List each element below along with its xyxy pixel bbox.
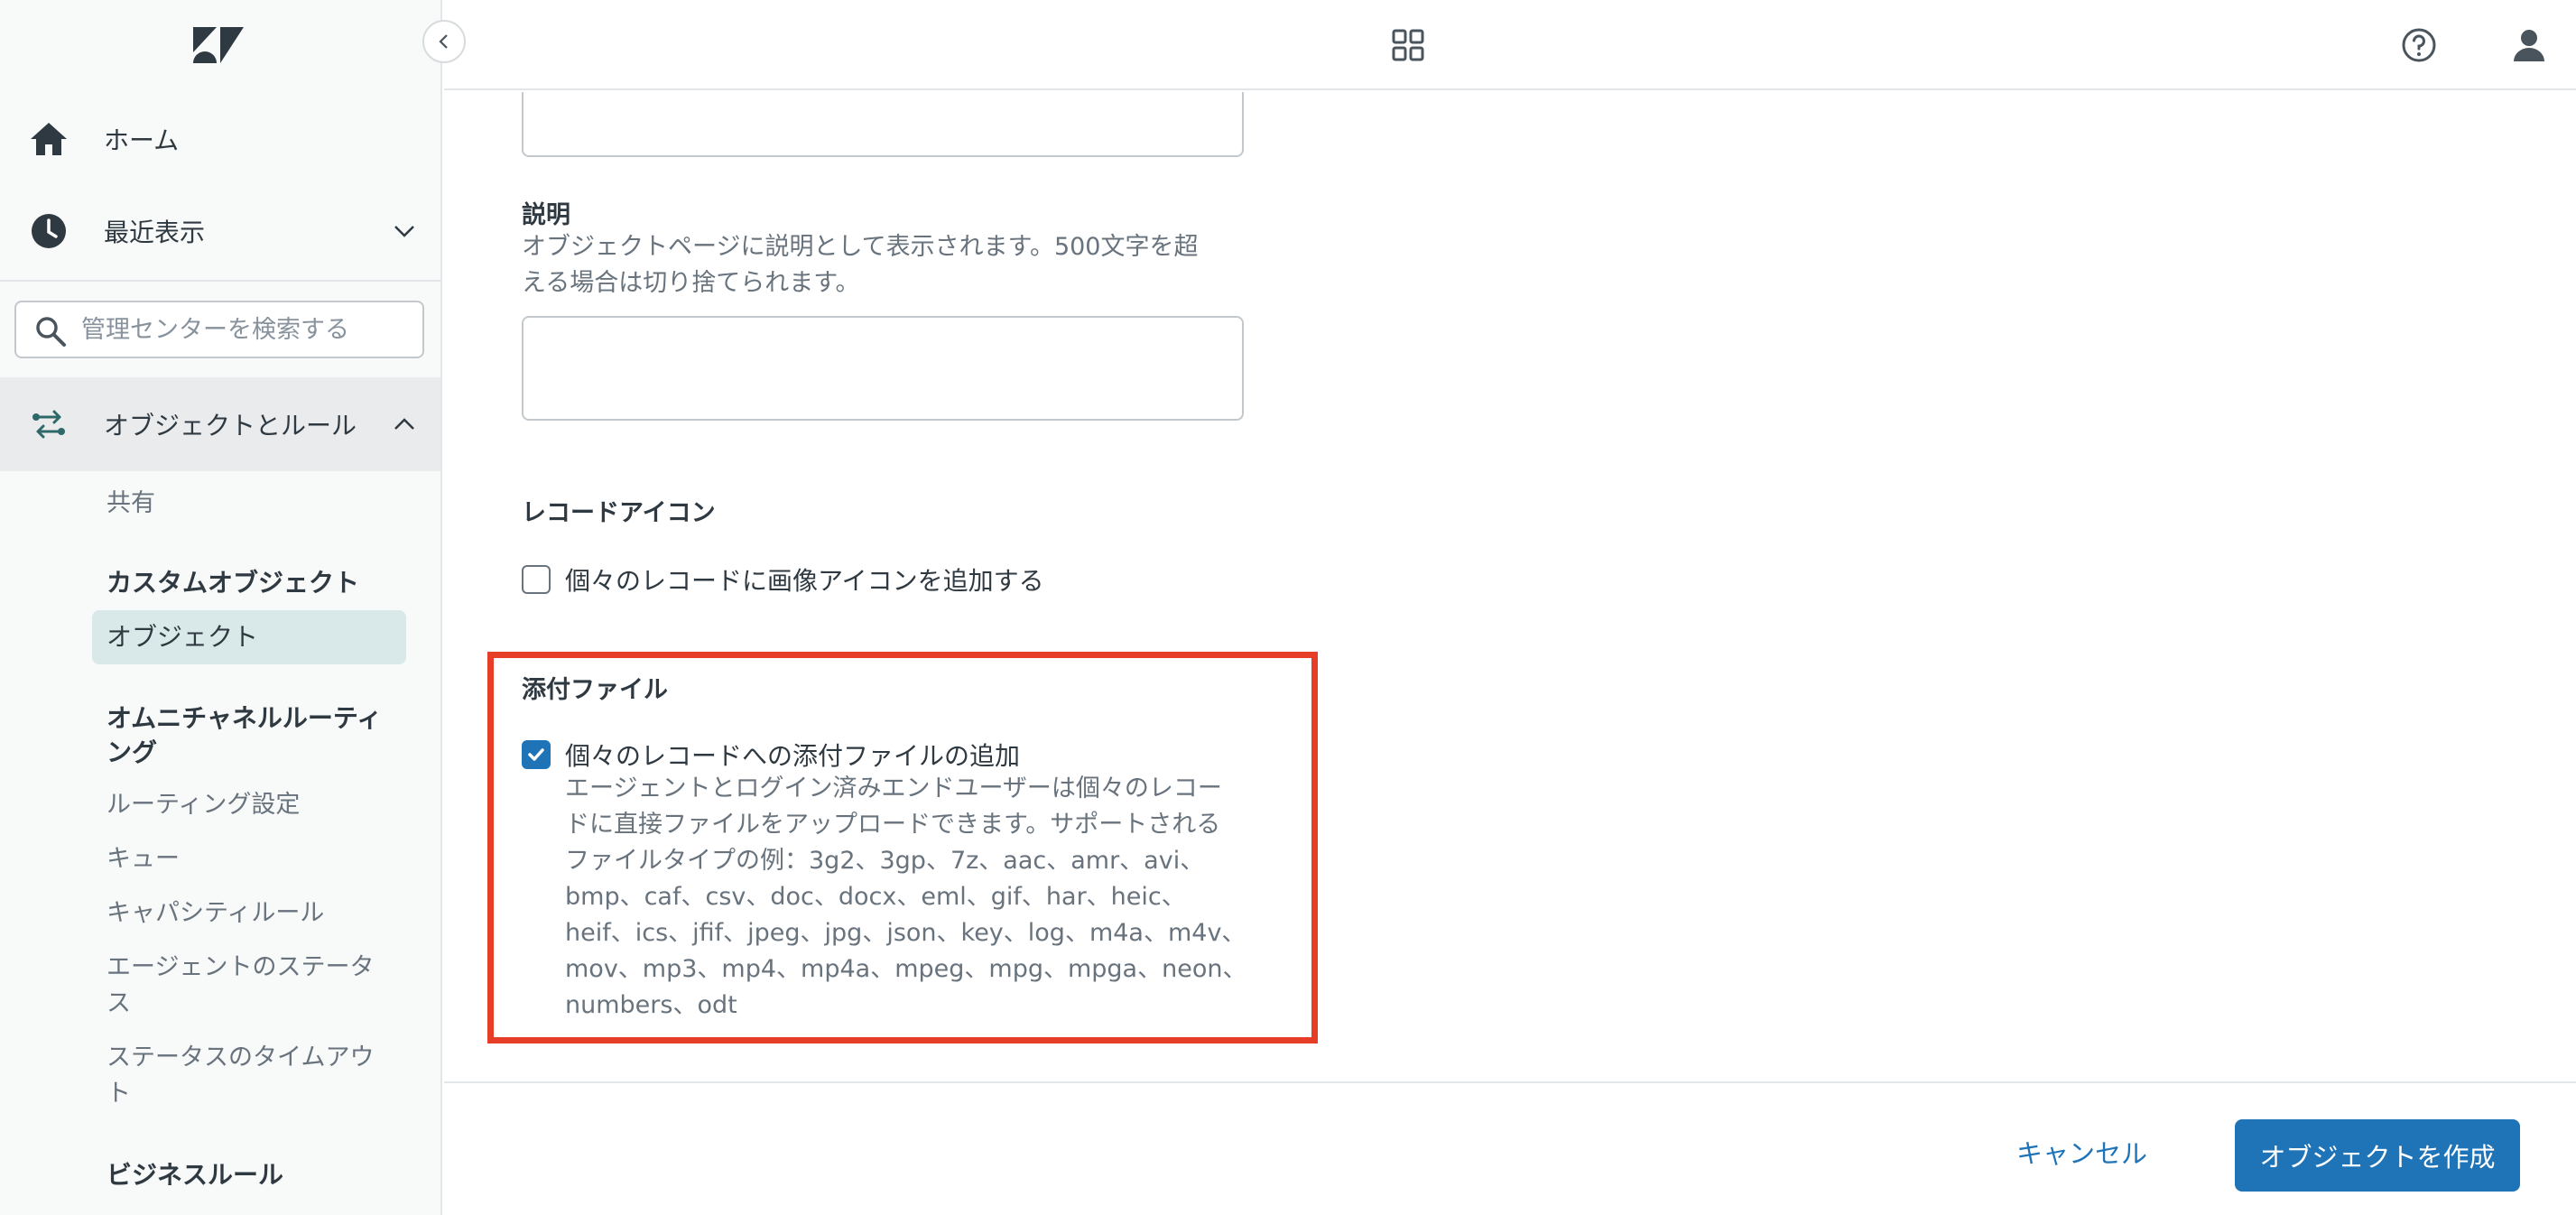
sidebar-heading-omnichannel-line1: オムニチャネルルーティ: [107, 703, 383, 733]
sidebar-subitem-label: オブジェクト: [107, 622, 259, 652]
search-icon: [36, 317, 66, 347]
home-icon: [31, 123, 67, 155]
sidebar-collapse-button[interactable]: [422, 20, 466, 63]
attachments-checkbox-label: 個々のレコードへの添付ファイルの追加: [565, 741, 1021, 771]
zendesk-logo-icon: [193, 27, 244, 63]
sidebar-subitem-shared[interactable]: 共有: [107, 486, 155, 522]
sidebar-subitem-queues[interactable]: キュー: [107, 841, 180, 877]
name-input[interactable]: [522, 92, 1244, 157]
admin-search-input[interactable]: [81, 310, 415, 349]
attachments-desc-line: bmp、caf、csv、doc、docx、eml、gif、har、heic、: [565, 883, 1186, 911]
attachments-desc-line: heif、ics、jfif、jpeg、jpg、json、key、log、m4a、…: [565, 919, 1246, 947]
description-textarea[interactable]: [522, 316, 1244, 421]
sidebar-item-label: 最近表示: [104, 218, 206, 247]
sidebar-item-label: ホーム: [104, 125, 180, 155]
objects-rules-icon: [32, 410, 65, 439]
sidebar-heading-omnichannel-line2: ング: [107, 737, 158, 767]
admin-search-box: [14, 301, 424, 358]
description-label: 説明: [522, 201, 570, 229]
attachments-desc-line: ファイルタイプの例：3g2、3gp、7z、aac、amr、avi、: [565, 847, 1205, 875]
sidebar: ホーム 最近表示 管理センターを検索する オブジェクトとルール 共有 カスタムオ…: [0, 0, 442, 1215]
sidebar-divider: [0, 280, 440, 282]
sidebar-item-objects-rules[interactable]: オブジェクトとルール: [0, 377, 440, 471]
chevron-left-icon: [439, 34, 448, 49]
attachments-description: エージェントとログイン済みエンドユーザーは個々のレコー ドに直接ファイルをアップ…: [565, 771, 1251, 1024]
sidebar-item-recent[interactable]: 最近表示: [0, 186, 440, 276]
sidebar-subitem-objects[interactable]: オブジェクト: [92, 610, 406, 664]
sidebar-heading-custom-objects: カスタムオブジェクト: [107, 568, 360, 598]
attachments-checkbox[interactable]: [522, 740, 551, 769]
sidebar-item-home[interactable]: ホーム: [0, 94, 440, 184]
sidebar-item-label: オブジェクトとルール: [104, 411, 357, 441]
sidebar-subitem-status-timeout-line2[interactable]: ト: [107, 1076, 131, 1112]
help-icon[interactable]: [2397, 23, 2441, 67]
sidebar-subitem-capacity-rules[interactable]: キャパシティルール: [107, 895, 324, 932]
object-form: 説明 オブジェクトページに説明として表示されます。500文字を超 える場合は切り…: [444, 92, 2576, 1081]
record-icon-checkbox[interactable]: [522, 565, 551, 594]
form-footer: キャンセル オブジェクトを作成: [444, 1081, 2576, 1215]
description-hint-line2: える場合は切り捨てられます。: [522, 269, 860, 297]
sidebar-subitem-agent-status-line1[interactable]: エージェントのステータ: [107, 950, 374, 986]
sidebar-heading-business-rules: ビジネスルール: [107, 1160, 284, 1190]
attachments-desc-line: ドに直接ファイルをアップロードできます。サポートされる: [565, 811, 1221, 839]
sidebar-subitem-agent-status-line2[interactable]: ス: [107, 986, 131, 1022]
record-icon-label: レコードアイコン: [522, 499, 716, 527]
description-hint-line1: オブジェクトページに説明として表示されます。500文字を超: [522, 233, 1199, 261]
cancel-button[interactable]: キャンセル: [2006, 1127, 2158, 1177]
top-header: [444, 0, 2576, 90]
user-icon[interactable]: [2507, 23, 2551, 67]
clock-icon: [32, 214, 66, 248]
chevron-up-icon: [394, 418, 414, 430]
admin-center-window: ホーム 最近表示 管理センターを検索する オブジェクトとルール 共有 カスタムオ…: [0, 0, 2576, 1215]
attachments-label: 添付ファイル: [522, 676, 668, 704]
description-hint: オブジェクトページに説明として表示されます。500文字を超 える場合は切り捨てら…: [522, 229, 1244, 301]
attachments-desc-line: エージェントとログイン済みエンドユーザーは個々のレコー: [565, 774, 1222, 802]
attachments-desc-line: mov、mp3、mp4、mp4a、mpeg、mpg、mpga、neon、: [565, 955, 1247, 983]
sidebar-subitem-status-timeout-line1[interactable]: ステータスのタイムアウ: [107, 1040, 374, 1076]
sidebar-subitem-routing-settings[interactable]: ルーティング設定: [107, 787, 300, 823]
create-object-button[interactable]: オブジェクトを作成: [2235, 1119, 2520, 1192]
chevron-down-icon: [394, 226, 414, 237]
attachments-desc-line: numbers、odt: [565, 991, 737, 1019]
apps-grid-icon[interactable]: [1386, 23, 1430, 67]
record-icon-checkbox-label: 個々のレコードに画像アイコンを追加する: [565, 566, 1044, 596]
checkmark-icon: [528, 748, 544, 761]
